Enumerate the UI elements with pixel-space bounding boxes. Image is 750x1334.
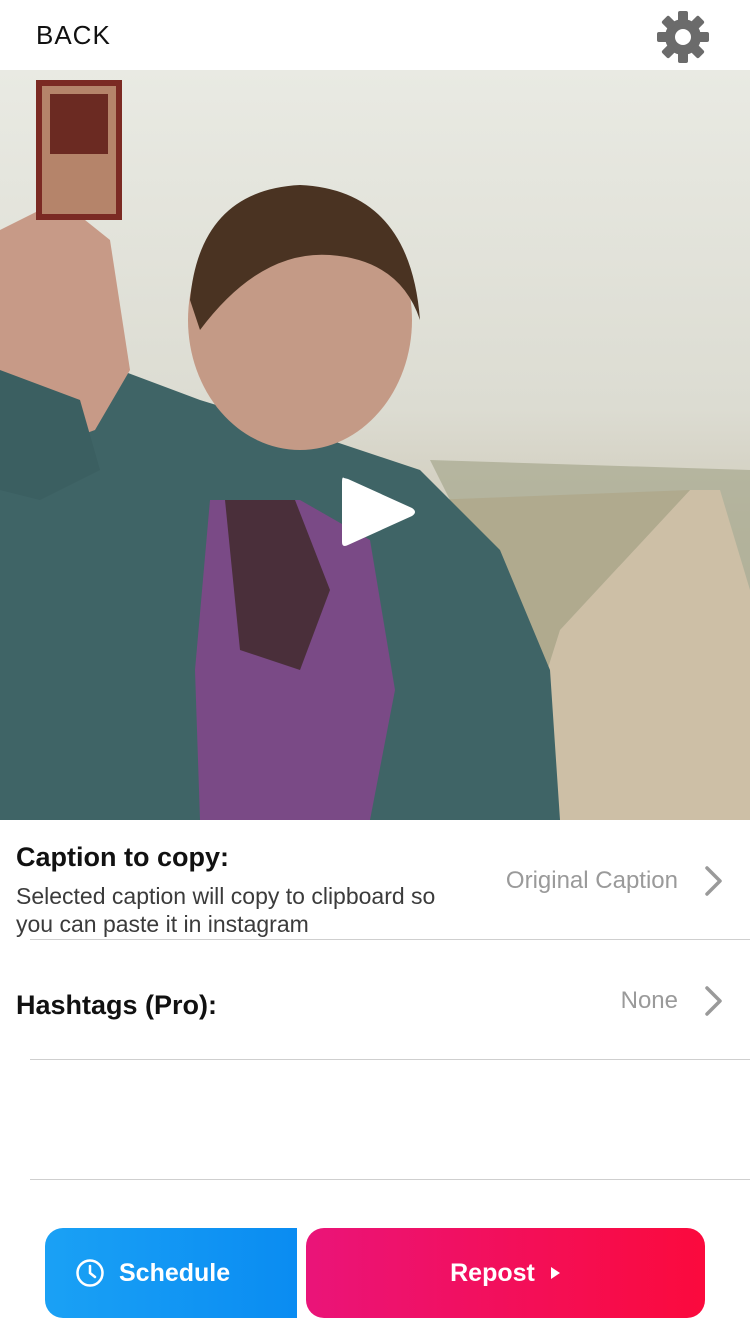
caret-right-icon: [550, 1267, 560, 1279]
video-frame-image: [0, 80, 750, 820]
caption-row[interactable]: Caption to copy: Selected caption will c…: [0, 820, 750, 940]
schedule-label: Schedule: [119, 1258, 231, 1287]
top-bar: BACK: [0, 0, 750, 70]
back-button[interactable]: BACK: [36, 20, 111, 51]
hashtags-label: Hashtags (Pro):: [16, 990, 218, 1020]
caption-label: Caption to copy:: [16, 842, 229, 872]
repost-button[interactable]: Repost: [306, 1228, 705, 1318]
caption-description: Selected caption will copy to clipboard …: [16, 883, 436, 937]
chevron-right-icon[interactable]: [704, 985, 724, 1017]
hashtags-value[interactable]: None: [621, 987, 678, 1015]
schedule-button[interactable]: Schedule: [45, 1228, 297, 1318]
video-preview[interactable]: [0, 70, 750, 820]
chevron-right-icon[interactable]: [704, 865, 724, 897]
clock-icon: [76, 1259, 104, 1287]
hashtags-row[interactable]: Hashtags (Pro): None: [0, 940, 750, 1060]
empty-row: [0, 1060, 750, 1180]
play-icon[interactable]: [338, 474, 418, 550]
repost-label: Repost: [450, 1258, 535, 1287]
gear-icon[interactable]: [654, 8, 712, 66]
caption-value[interactable]: Original Caption: [506, 867, 678, 895]
divider: [30, 1179, 750, 1180]
